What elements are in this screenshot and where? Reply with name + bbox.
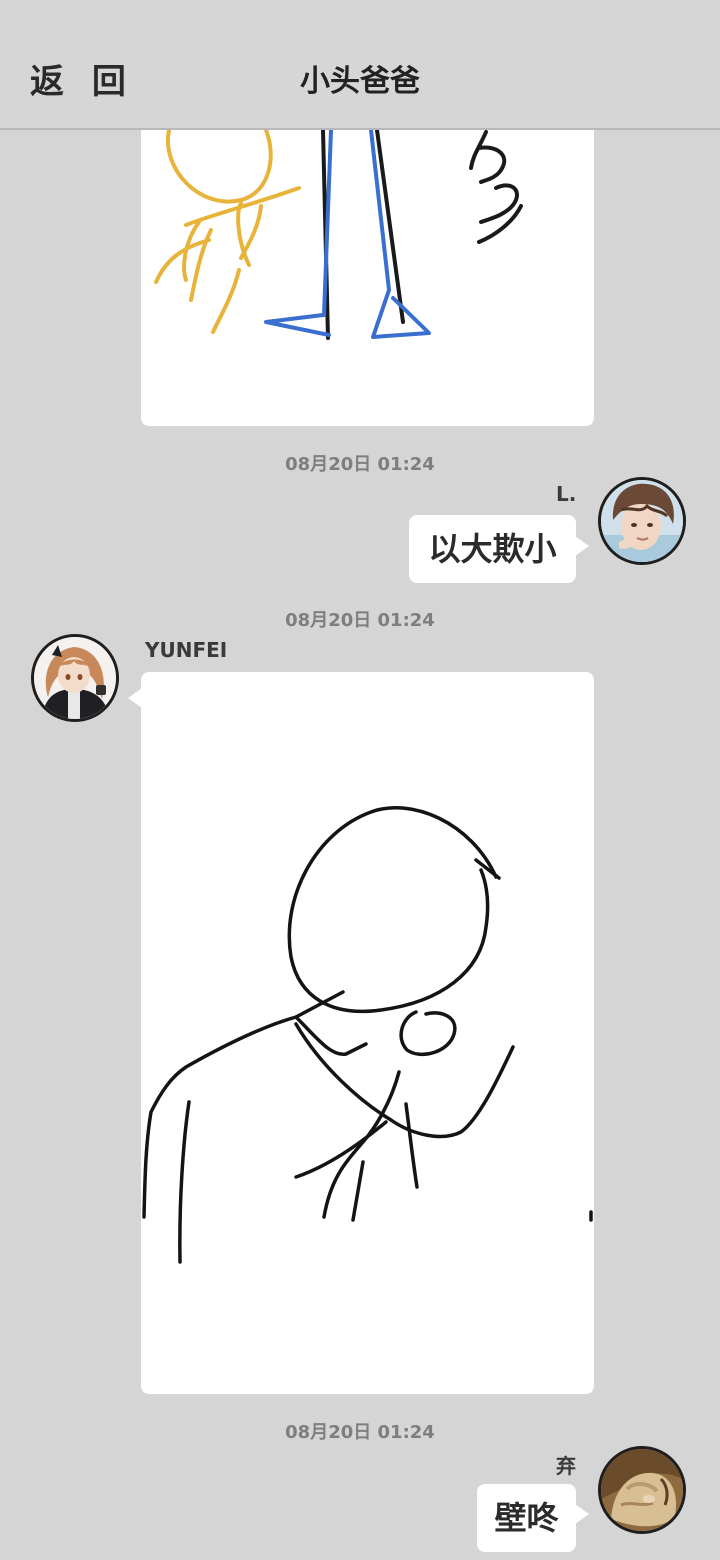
image-message-drawing-2[interactable] — [141, 672, 594, 1394]
avatar-image — [601, 480, 683, 562]
bubble-tail — [575, 536, 589, 556]
message-timestamp: 08月20日 01:24 — [285, 1422, 435, 1443]
avatar-user-qi[interactable] — [598, 1446, 686, 1534]
message-timestamp: 08月20日 01:24 — [285, 454, 435, 475]
bubble-tail — [575, 1504, 589, 1524]
doodle-image-2 — [142, 806, 593, 1264]
bubble-tail — [128, 688, 142, 708]
page-title: 小头爸爸 — [300, 64, 420, 99]
text-message-outgoing[interactable]: 以大欺小 — [409, 515, 576, 583]
nav-header: 返 回 小头爸爸 — [0, 0, 720, 130]
doodle-image-1 — [154, 128, 523, 340]
avatar-image — [601, 1449, 683, 1531]
avatar-image — [34, 637, 116, 719]
message-timestamp: 08月20日 01:24 — [285, 610, 435, 631]
avatar-user-yunfei[interactable] — [31, 634, 119, 722]
sender-name-incoming: YUNFEI — [145, 638, 228, 662]
avatar-user-l[interactable] — [598, 477, 686, 565]
image-message-drawing-1[interactable] — [141, 100, 594, 426]
sender-name-outgoing: L. — [556, 482, 577, 506]
chat-area[interactable]: 08月20日 01:24 L. 以大欺小 08月20日 01:24 YUNFEI… — [0, 0, 720, 1560]
sender-name-outgoing: 弃 — [556, 1454, 576, 1478]
text-message-outgoing[interactable]: 壁咚 — [477, 1484, 576, 1552]
